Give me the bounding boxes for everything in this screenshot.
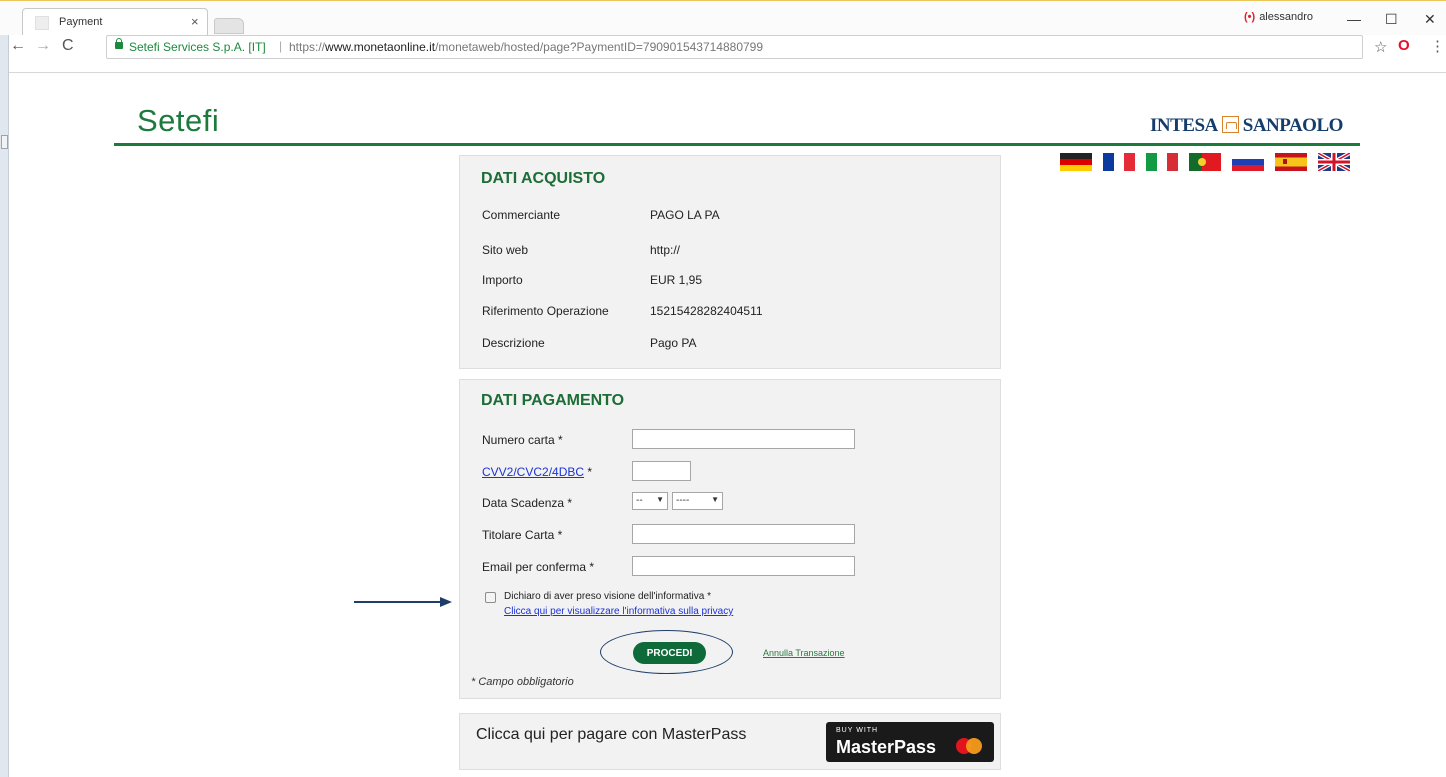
payment-title: DATI PAGAMENTO [481,392,625,409]
chevron-down-icon: ▼ [711,495,719,504]
cvv-help-link[interactable]: CVV2/CVC2/4DBC [482,465,584,479]
amount-value: EUR 1,95 [650,273,703,287]
purchase-title: DATI ACQUISTO [481,170,606,187]
url-text[interactable]: https://www.monetaonline.it/monetaweb/ho… [289,40,763,54]
masterpass-text[interactable]: Clicca qui per pagare con MasterPass [476,726,746,744]
bookmark-star-icon[interactable]: ☆ [1374,38,1387,56]
amount-label: Importo [482,273,523,287]
side-scrollbar[interactable] [0,35,9,777]
masterpass-small-label: BUY WITH [836,727,879,734]
browser-menu-icon[interactable]: ⋮ [1430,37,1445,55]
holder-label: Titolare Carta * [482,528,563,542]
holder-input[interactable] [632,524,855,544]
profile-name: alessandro [1259,11,1314,23]
header-divider [114,143,1360,146]
card-number-input[interactable] [632,429,855,449]
chevron-down-icon: ▼ [656,495,664,504]
operation-ref-label: Riferimento Operazione [482,304,609,318]
german-flag-icon[interactable] [1060,153,1092,171]
portuguese-flag-icon[interactable] [1189,153,1221,171]
french-flag-icon[interactable] [1103,153,1135,171]
payment-details-panel: DATI PAGAMENTO Numero carta * CVV2/CVC2/… [459,379,1001,699]
consent-text: Dichiaro di aver preso visione dell'info… [504,591,712,602]
mastercard-logo-icon [956,738,982,754]
scroll-thumb[interactable] [1,135,8,149]
description-value: Pago PA [650,336,697,350]
url-separator: | [279,39,283,53]
card-number-label: Numero carta * [482,433,563,447]
reload-icon[interactable]: C [62,37,74,55]
expiry-label: Data Scadenza * [482,496,573,510]
page-favicon-icon [35,16,49,30]
new-tab-button[interactable] [214,18,244,34]
expiry-month-select[interactable]: -- ▼ [632,492,668,510]
setefi-logo: Setefi [137,103,220,138]
browser-tab-payment[interactable]: Payment × [22,8,208,36]
close-tab-icon[interactable]: × [191,14,199,29]
privacy-policy-link[interactable]: Clicca qui per visualizzare l'informativ… [504,606,733,617]
profile-icon: (•) [1244,11,1256,23]
merchant-label: Commerciante [482,208,561,222]
operation-ref-value: 15215428282404511 [650,304,763,318]
address-bar[interactable]: Setefi Services S.p.A. [IT] | https://ww… [106,35,1363,59]
website-value: http:// [650,243,681,257]
opera-extension-icon[interactable]: O [1398,37,1410,54]
bank-mark-icon [1221,116,1239,133]
close-window-button[interactable]: ✕ [1424,11,1436,28]
required-note: * Campo obbligatorio [471,676,574,688]
purchase-details-panel: DATI ACQUISTO Commerciante PAGO LA PA Si… [459,155,1001,369]
cvv-input[interactable] [632,461,691,481]
description-label: Descrizione [482,336,545,350]
site-identity[interactable]: Setefi Services S.p.A. [IT] [129,40,266,54]
masterpass-big-label: MasterPass [836,737,937,757]
privacy-consent-checkbox[interactable] [485,592,496,603]
masterpass-button[interactable]: BUY WITH MasterPass [826,722,994,762]
email-input[interactable] [632,556,855,576]
expiry-selects: -- ▼ ---- ▼ [632,492,732,510]
profile-button[interactable]: (•) alessandro [1244,11,1313,23]
language-selector [1060,153,1350,171]
lock-icon [115,38,123,49]
forward-arrow-icon[interactable]: → [35,37,51,55]
russian-flag-icon[interactable] [1232,153,1264,171]
expiry-year-select[interactable]: ---- ▼ [672,492,723,510]
cvv-label: CVV2/CVC2/4DBC * [482,465,593,479]
intesa-sanpaolo-logo: INTESA SANPAOLO [1150,115,1343,136]
maximize-button[interactable]: ☐ [1385,11,1398,28]
tab-title: Payment [59,16,103,28]
arrow-annotation-icon [354,597,452,607]
proceed-button[interactable]: PROCEDI [633,642,706,664]
italian-flag-icon[interactable] [1146,153,1178,171]
cancel-transaction-link[interactable]: Annulla Transazione [763,648,845,658]
back-arrow-icon[interactable]: ← [10,37,26,55]
merchant-value: PAGO LA PA [650,208,720,222]
browser-toolbar: ← → C Setefi Services S.p.A. [IT] | http… [0,35,1446,73]
browser-tab-bar: Payment × (•) alessandro — ☐ ✕ [0,0,1446,36]
masterpass-panel: Clicca qui per pagare con MasterPass BUY… [459,713,1001,770]
minimize-button[interactable]: — [1347,11,1361,27]
email-label: Email per conferma * [482,560,595,574]
website-label: Sito web [482,243,529,257]
english-flag-icon[interactable] [1318,153,1350,171]
spanish-flag-icon[interactable] [1275,153,1307,171]
